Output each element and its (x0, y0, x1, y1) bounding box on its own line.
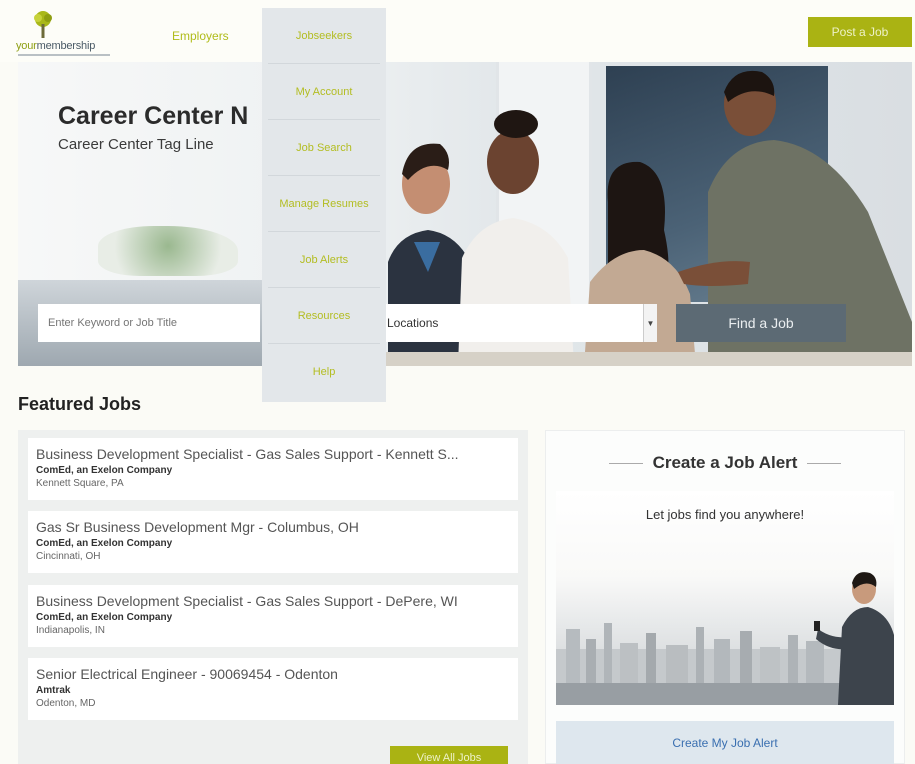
logo-tagline-bar (18, 54, 110, 56)
menu-item-job-alerts[interactable]: Job Alerts (268, 232, 380, 288)
post-job-button[interactable]: Post a Job (808, 17, 912, 47)
menu-item-manage-resumes[interactable]: Manage Resumes (268, 176, 380, 232)
career-center-tagline: Career Center Tag Line (58, 136, 214, 153)
menu-item-help[interactable]: Help (268, 344, 380, 400)
job-card[interactable]: Senior Electrical Engineer - 90069454 - … (28, 658, 518, 720)
locations-select-value: Locations (387, 316, 439, 330)
job-alert-heading: Create a Job Alert (546, 453, 904, 473)
job-location: Kennett Square, PA (36, 478, 124, 489)
menu-item-resources[interactable]: Resources (268, 288, 380, 344)
job-title-link[interactable]: Senior Electrical Engineer - 90069454 - … (36, 666, 510, 682)
tree-logo-icon (34, 11, 52, 38)
job-location: Cincinnati, OH (36, 551, 101, 562)
hero-bg-plant (98, 226, 238, 276)
locations-select[interactable]: Locations ▼ (383, 304, 657, 342)
job-location: Indianapolis, IN (36, 625, 105, 636)
menu-item-my-account[interactable]: My Account (268, 64, 380, 120)
job-company: ComEd, an Exelon Company (36, 465, 173, 476)
dropdown-arrow-icon[interactable]: ▼ (643, 304, 657, 342)
keyword-search-input[interactable] (38, 304, 260, 342)
logo-membership: membership (36, 40, 96, 52)
logo-wordmark: yourmembership (16, 40, 95, 52)
menu-item-jobseekers[interactable]: Jobseekers (268, 8, 380, 64)
site-logo[interactable]: yourmembership (16, 10, 120, 58)
site-header: yourmembership Employers Post a Job (0, 0, 915, 62)
job-card[interactable]: Business Development Specialist - Gas Sa… (28, 438, 518, 500)
job-alert-panel: Create a Job Alert Let jobs find you any… (545, 430, 905, 764)
job-card[interactable]: Gas Sr Business Development Mgr - Columb… (28, 511, 518, 573)
job-location: Odenton, MD (36, 698, 96, 709)
job-company: ComEd, an Exelon Company (36, 538, 173, 549)
businessman-on-phone-image (814, 572, 894, 705)
job-alert-subtitle: Let jobs find you anywhere! (645, 507, 805, 522)
job-alert-title: Create a Job Alert (652, 453, 798, 472)
hero-banner: Career Center N Career Center Tag Line L… (18, 62, 912, 366)
career-center-title: Career Center N (58, 102, 249, 130)
create-job-alert-button[interactable]: Create My Job Alert (556, 721, 894, 764)
job-card[interactable]: Business Development Specialist - Gas Sa… (28, 585, 518, 647)
jobseekers-dropdown-menu: Jobseekers My Account Job Search Manage … (262, 8, 386, 402)
menu-item-job-search[interactable]: Job Search (268, 120, 380, 176)
job-company: Amtrak (36, 685, 71, 696)
heading-rule-right (807, 462, 842, 464)
find-job-button[interactable]: Find a Job (676, 304, 846, 342)
featured-jobs-heading: Featured Jobs (18, 394, 142, 414)
job-alert-image: Let jobs find you anywhere! (556, 491, 894, 705)
logo-your: your (16, 40, 37, 52)
featured-jobs-panel: Business Development Specialist - Gas Sa… (18, 430, 528, 764)
job-title-link[interactable]: Business Development Specialist - Gas Sa… (36, 593, 510, 609)
job-company: ComEd, an Exelon Company (36, 612, 173, 623)
heading-rule-left (608, 462, 643, 464)
nav-employers[interactable]: Employers (172, 29, 229, 43)
job-title-link[interactable]: Business Development Specialist - Gas Sa… (36, 446, 510, 462)
view-all-jobs-button[interactable]: View All Jobs (390, 746, 508, 764)
job-title-link[interactable]: Gas Sr Business Development Mgr - Columb… (36, 519, 510, 535)
